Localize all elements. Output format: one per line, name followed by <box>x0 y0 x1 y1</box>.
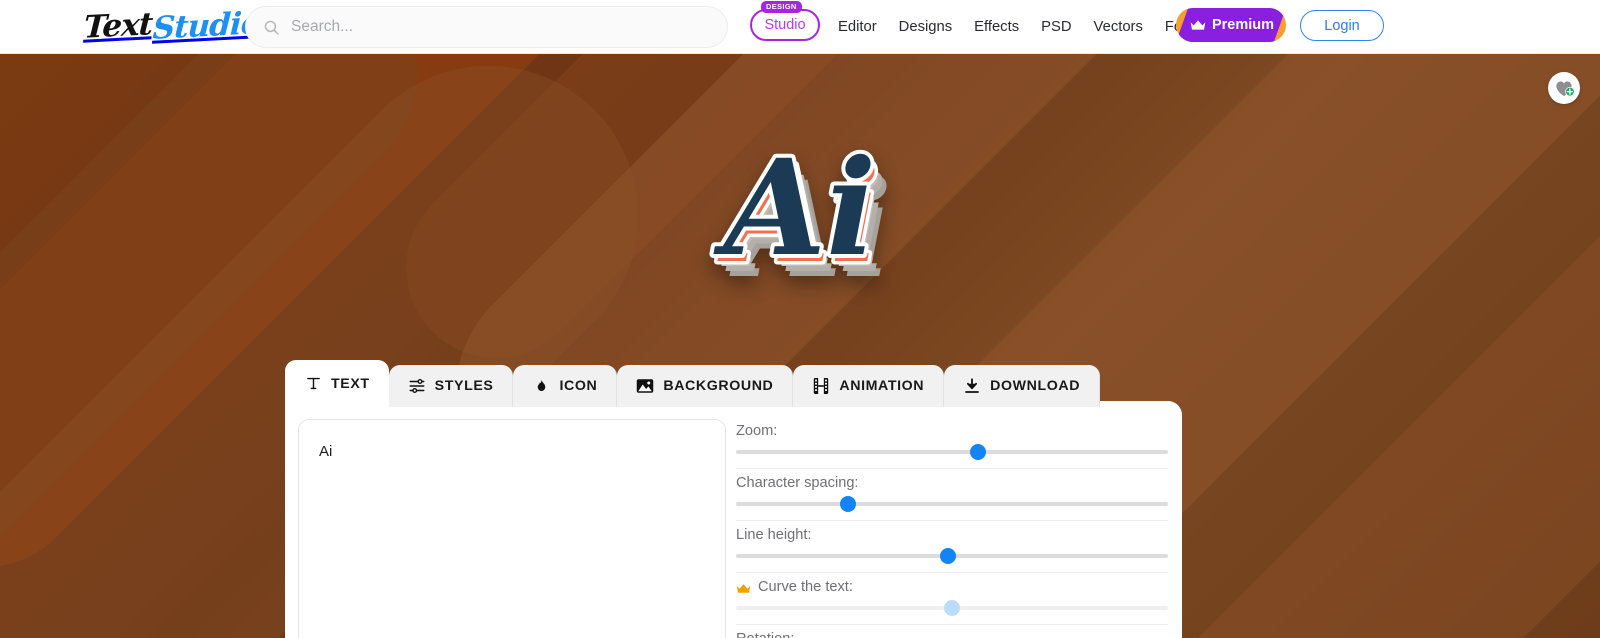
tab-icon[interactable]: ICON <box>513 365 618 407</box>
crown-icon <box>736 582 751 593</box>
tab-animation-label: ANIMATION <box>839 378 925 394</box>
app-root: TextStudio DESIGN Studio Editor Designs … <box>0 0 1600 638</box>
flame-icon <box>532 377 550 395</box>
slider-track <box>736 502 1168 506</box>
nav-item-vectors[interactable]: Vectors <box>1094 19 1143 35</box>
tab-text-label: TEXT <box>331 375 370 392</box>
logo[interactable]: Text Studio <box>82 4 262 48</box>
logo-text-part: Text <box>82 6 154 46</box>
slider-thumb[interactable] <box>840 496 857 512</box>
premium-button-content: Premium <box>1188 17 1274 33</box>
tab-download[interactable]: DOWNLOAD <box>944 365 1101 407</box>
film-icon <box>812 377 830 395</box>
tab-styles[interactable]: STYLES <box>388 365 514 407</box>
line-height-slider[interactable] <box>736 548 1168 564</box>
login-button[interactable]: Login <box>1300 10 1384 41</box>
tab-icon-label: ICON <box>559 378 598 394</box>
control-rotation: Rotation: <box>736 625 1168 638</box>
control-zoom: Zoom: <box>736 417 1168 469</box>
control-line-height: Line height: <box>736 521 1168 573</box>
sliders-icon <box>408 377 426 395</box>
tab-styles-label: STYLES <box>434 378 494 394</box>
editor-panel: Zoom: Character spacing: Line height: <box>285 401 1182 638</box>
control-rotation-label: Rotation: <box>736 625 1168 638</box>
design-studio-button[interactable]: DESIGN Studio <box>750 1 820 41</box>
search-bar[interactable] <box>245 6 728 48</box>
tab-background-label: BACKGROUND <box>663 378 774 394</box>
control-curve-the-text-label: Curve the text: <box>736 573 1168 601</box>
curve-the-text-slider[interactable] <box>736 600 1168 616</box>
search-input[interactable] <box>291 18 691 36</box>
control-curve-the-text-text: Curve the text: <box>758 579 853 595</box>
slider-track <box>736 450 1168 454</box>
zoom-slider[interactable] <box>736 444 1168 460</box>
premium-button[interactable]: Premium <box>1176 8 1286 42</box>
tab-background[interactable]: BACKGROUND <box>617 365 794 407</box>
text-input-area[interactable] <box>298 419 726 638</box>
text-T-icon <box>304 375 322 393</box>
nav-item-editor[interactable]: Editor <box>838 19 877 35</box>
tab-animation[interactable]: ANIMATION <box>793 365 945 407</box>
site-header: TextStudio DESIGN Studio Editor Designs … <box>0 0 1600 54</box>
premium-button-label: Premium <box>1211 17 1275 33</box>
editor-tabs: TEXT STYLES ICON BACKGROUND ANIMATION DO… <box>285 360 1101 407</box>
heart-plus-icon <box>1556 81 1575 97</box>
nav-item-effects[interactable]: Effects <box>974 19 1019 35</box>
design-badge: DESIGN <box>761 1 802 13</box>
login-button-label: Login <box>1324 17 1360 34</box>
crown-icon <box>1190 19 1206 31</box>
image-icon <box>636 377 654 395</box>
search-icon <box>263 19 280 36</box>
text-controls: Zoom: Character spacing: Line height: Cu… <box>736 417 1168 638</box>
slider-thumb[interactable] <box>969 444 986 460</box>
control-line-height-label: Line height: <box>736 527 812 543</box>
control-character-spacing-label: Character spacing: <box>736 475 859 491</box>
control-character-spacing: Character spacing: <box>736 469 1168 521</box>
tab-text[interactable]: TEXT <box>285 360 389 407</box>
main-nav: Editor Designs Effects PSD Vectors Fonts <box>838 0 1202 54</box>
studio-button-label: Studio <box>764 17 806 33</box>
add-to-favorites-button[interactable] <box>1548 72 1580 104</box>
slider-thumb[interactable] <box>944 600 960 616</box>
character-spacing-slider[interactable] <box>736 496 1168 512</box>
tab-download-label: DOWNLOAD <box>990 378 1081 394</box>
download-icon <box>963 377 981 395</box>
nav-item-designs[interactable]: Designs <box>899 19 952 35</box>
studio-button-label-wrap[interactable]: Studio <box>750 9 820 41</box>
slider-thumb[interactable] <box>939 548 956 564</box>
control-curve-the-text: Curve the text: <box>736 573 1168 625</box>
control-zoom-label: Zoom: <box>736 423 778 439</box>
nav-item-psd[interactable]: PSD <box>1041 19 1071 35</box>
